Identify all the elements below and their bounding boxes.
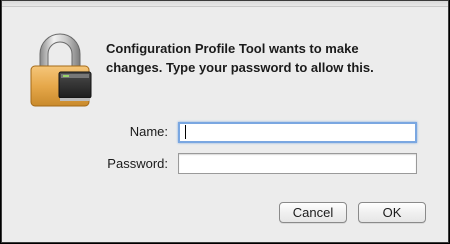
text-caret: [185, 125, 186, 139]
message-line-2: changes. Type your password to allow thi…: [106, 60, 374, 75]
password-label: Password:: [107, 156, 168, 171]
message-line-1: Configuration Profile Tool wants to make: [106, 41, 359, 56]
ok-button[interactable]: OK: [358, 202, 426, 223]
dialog-top-edge: [2, 1, 448, 7]
authorization-dialog: Configuration Profile Tool wants to make…: [1, 0, 449, 243]
name-label: Name:: [129, 124, 168, 139]
name-field[interactable]: [178, 122, 417, 143]
lock-icon: [30, 33, 92, 107]
cancel-button[interactable]: Cancel: [279, 202, 347, 223]
dialog-message: Configuration Profile Tool wants to make…: [106, 39, 426, 77]
password-field[interactable]: [178, 153, 417, 174]
